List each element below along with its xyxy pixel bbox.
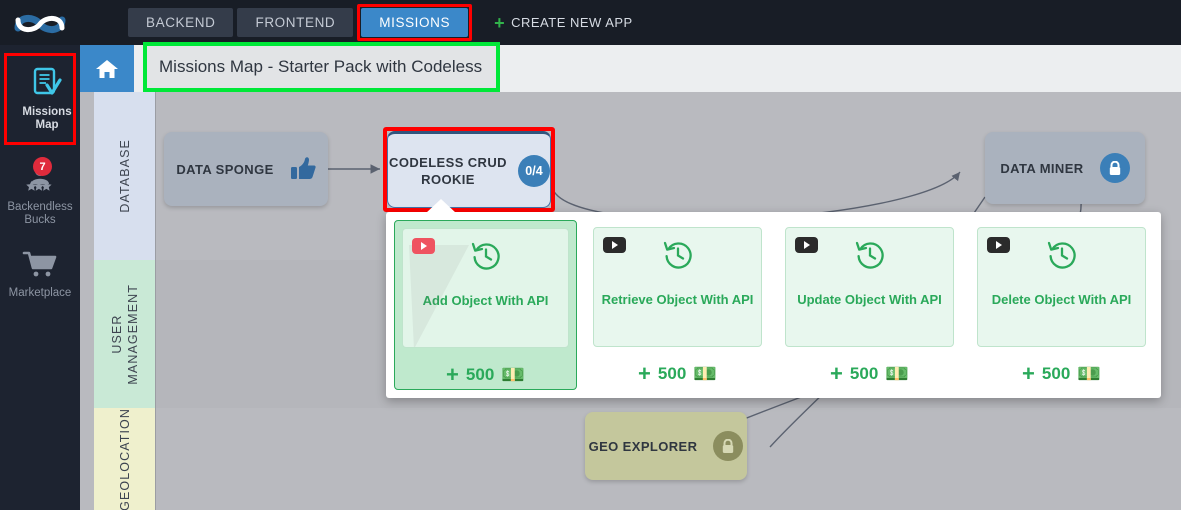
plus-icon: + (446, 362, 459, 387)
task-card-retrieve-object-with-api[interactable]: Retrieve Object With API + 500 💵 (586, 220, 769, 390)
money-icon: 💵 (885, 363, 909, 385)
clock-history-icon (854, 239, 886, 276)
mission-node-title: CODELESS CRUD ROOKIE (389, 154, 507, 187)
top-header: BACKEND FRONTEND MISSIONS + CREATE NEW A… (0, 0, 1181, 45)
mission-node-title: GEO EXPLORER (588, 438, 698, 454)
task-reward: + 500 💵 (638, 363, 717, 385)
lane-geolocation: GEOLOCATION (94, 408, 156, 510)
clock-history-icon (470, 240, 502, 277)
lock-icon (723, 438, 734, 453)
money-icon: 💵 (693, 363, 717, 385)
task-card-update-object-with-api[interactable]: Update Object With API + 500 💵 (778, 220, 961, 390)
task-title: Update Object With API (797, 292, 942, 307)
left-sidebar: Missions Map 7 Backendless Bucks Marketp… (0, 45, 80, 510)
create-new-app-button[interactable]: + CREATE NEW APP (494, 14, 633, 32)
sidebar-item-missions-map[interactable]: Missions Map (7, 56, 87, 142)
lane-label: USER MANAGEMENT (109, 283, 140, 385)
clock-history-icon (662, 239, 694, 276)
youtube-play-icon[interactable] (603, 237, 626, 253)
lane-label: DATABASE (117, 139, 132, 213)
mission-node-codeless-crud-rookie[interactable]: CODELESS CRUD ROOKIE 0/4 (387, 131, 551, 208)
lock-icon (1109, 160, 1120, 175)
youtube-play-icon[interactable] (412, 238, 435, 254)
money-icon: 💵 (1077, 363, 1101, 385)
task-card-body: Delete Object With API (977, 227, 1146, 347)
tab-frontend[interactable]: FRONTEND (237, 8, 354, 37)
task-reward: + 500 💵 (446, 364, 525, 386)
mission-node-geo-explorer[interactable]: GEO EXPLORER (585, 412, 747, 480)
sidebar-item-missions-map-highlight: Missions Map (4, 53, 76, 145)
backendless-logo[interactable] (0, 0, 80, 45)
youtube-play-icon[interactable] (795, 237, 818, 253)
play-triangle-icon (421, 242, 427, 250)
mission-progress-badge: 0/4 (518, 154, 550, 187)
sidebar-item-label: Marketplace (8, 287, 72, 299)
task-card-body: Add Object With API (402, 228, 569, 348)
task-card-body: Update Object With API (785, 227, 954, 347)
create-new-app-label: CREATE NEW APP (511, 15, 633, 30)
task-title: Delete Object With API (991, 292, 1132, 307)
lane-rail: DATABASE USER MANAGEMENT GEOLOCATION (94, 92, 156, 510)
play-triangle-icon (804, 241, 810, 249)
lane-user-management: USER MANAGEMENT (94, 260, 156, 408)
sidebar-item-label: Missions Map (22, 106, 72, 131)
thumbs-up-icon (290, 157, 316, 179)
title-bar: Missions Map - Starter Pack with Codeles… (80, 42, 1181, 92)
mission-node-title: DATA MINER (1000, 160, 1084, 176)
sidebar-item-label: Backendless Bucks (7, 201, 73, 226)
tab-missions[interactable]: MISSIONS (361, 8, 469, 37)
sidebar-item-backendless-bucks[interactable]: 7 Backendless Bucks (0, 151, 80, 237)
backendless-bucks-icon: 7 (18, 157, 62, 197)
home-icon (96, 59, 118, 78)
reward-amount: 500 (849, 364, 879, 383)
reward-amount: 500 (465, 365, 495, 384)
task-title: Retrieve Object With API (601, 292, 754, 307)
popup-arrow (426, 199, 456, 213)
mission-tasks-popup: Add Object With API + 500 💵 Retrieve Obj… (386, 199, 1161, 398)
plus-icon: + (830, 361, 843, 386)
missions-map-page: BACKEND FRONTEND MISSIONS + CREATE NEW A… (0, 0, 1181, 510)
clock-history-icon (1046, 239, 1078, 276)
hover-beam (409, 245, 469, 347)
mission-node-codeless-crud-rookie-highlight: CODELESS CRUD ROOKIE 0/4 (383, 127, 555, 212)
home-button[interactable] (80, 45, 134, 92)
mission-node-data-sponge[interactable]: DATA SPONGE (164, 132, 328, 206)
backendless-infinity-logo (14, 14, 66, 33)
lane-label: GEOLOCATION (117, 407, 132, 510)
page-title: Missions Map - Starter Pack with Codeles… (159, 57, 483, 76)
play-triangle-icon (612, 241, 618, 249)
task-card-add-object-with-api[interactable]: Add Object With API + 500 💵 (394, 220, 577, 390)
task-card-delete-object-with-api[interactable]: Delete Object With API + 500 💵 (970, 220, 1153, 390)
task-reward: + 500 💵 (1022, 363, 1101, 385)
tab-missions-highlight: MISSIONS (357, 4, 473, 41)
mission-node-data-miner[interactable]: DATA MINER (985, 132, 1145, 204)
mission-lock-badge (1099, 153, 1130, 183)
plus-icon: + (638, 361, 651, 386)
task-card-body: Retrieve Object With API (593, 227, 762, 347)
missions-map-icon (32, 64, 62, 102)
page-title-highlight: Missions Map - Starter Pack with Codeles… (143, 42, 501, 92)
reward-amount: 500 (657, 364, 687, 383)
plus-icon: + (1022, 361, 1035, 386)
sidebar-item-marketplace[interactable]: Marketplace (0, 237, 80, 310)
plus-icon: + (494, 12, 506, 33)
reward-amount: 500 (1041, 364, 1071, 383)
main-tabs: BACKEND FRONTEND MISSIONS (128, 0, 473, 45)
bucks-count-badge: 7 (33, 157, 52, 176)
youtube-play-icon[interactable] (987, 237, 1010, 253)
task-reward: + 500 💵 (830, 363, 909, 385)
mission-lock-badge (713, 431, 744, 461)
missions-map-canvas[interactable]: DATABASE USER MANAGEMENT GEOLOCATION DAT (80, 92, 1181, 510)
mission-node-title: DATA SPONGE (176, 161, 274, 177)
tab-backend[interactable]: BACKEND (128, 8, 234, 37)
lane-database: DATABASE (94, 92, 156, 260)
marketplace-cart-icon (22, 245, 58, 283)
play-triangle-icon (996, 241, 1002, 249)
money-icon: 💵 (501, 364, 525, 386)
